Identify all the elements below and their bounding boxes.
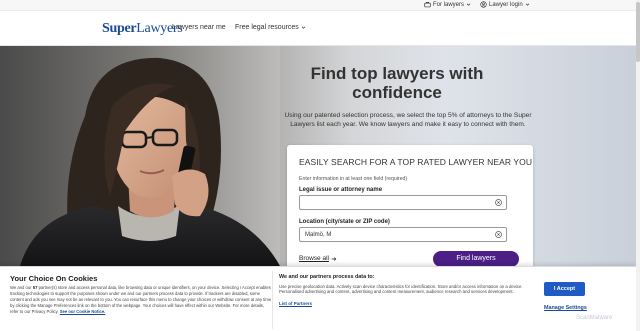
manage-settings-link[interactable]: Manage Settings	[544, 305, 587, 311]
chevron-down-icon	[301, 26, 306, 29]
find-lawyers-button[interactable]: Find lawyers	[433, 251, 519, 267]
cookie-title: Your Choice On Cookies	[10, 274, 98, 283]
user-circle-icon	[480, 1, 487, 8]
cookie-banner: Your Choice On Cookies We and our 57 par…	[0, 266, 636, 331]
lawyer-login-label: Lawyer login	[489, 1, 523, 8]
for-lawyers-menu[interactable]: For lawyers	[424, 1, 471, 8]
hero-title: Find top lawyers with confidence	[310, 64, 484, 102]
legal-issue-label: Legal issue or attorney name	[299, 187, 383, 193]
arrow-right-icon	[331, 256, 337, 261]
nav-free-legal-resources[interactable]: Free legal resources	[235, 24, 306, 31]
briefcase-icon	[424, 2, 431, 8]
browse-all-label: Browse all	[299, 255, 329, 262]
utility-bar: For lawyers Lawyer login	[0, 0, 636, 11]
search-required-note: Enter information in at least one field …	[299, 176, 408, 182]
cookie-body-rest: partner(s) store and access personal dat…	[10, 285, 272, 314]
page-scrollbar[interactable]	[636, 0, 640, 331]
cookie-divider	[272, 271, 273, 329]
browse-all-link[interactable]: Browse all	[299, 255, 337, 262]
cookie-body-start: We and our	[10, 285, 32, 290]
chevron-down-icon	[525, 3, 529, 6]
clear-icon[interactable]	[495, 199, 502, 206]
page: For lawyers Lawyer login SuperLawyers La…	[0, 0, 640, 331]
hero-subtitle: Using our patented selection process, we…	[284, 112, 532, 128]
cookie-partners-body: Use precise geolocation data. Actively s…	[279, 284, 523, 295]
chevron-down-icon	[466, 3, 471, 6]
legal-issue-input[interactable]	[299, 195, 507, 210]
search-heading: EASILY SEARCH FOR A TOP RATED LAWYER NEA…	[299, 157, 533, 167]
cookie-partners-title: We and our partners process data to:	[279, 274, 375, 280]
cookie-partner-count: 57	[32, 285, 38, 290]
lawyer-login-menu[interactable]: Lawyer login	[480, 1, 530, 8]
logo-word-super: Super	[102, 21, 137, 36]
scrollbar-thumb[interactable]	[636, 2, 640, 62]
list-of-partners-link[interactable]: List of Partners	[279, 301, 312, 306]
nav-lawyers-near-me[interactable]: Lawyers near me	[172, 24, 226, 31]
hero-photo	[0, 46, 280, 266]
scanmalware-watermark: ScanMalware	[576, 315, 613, 321]
super-lawyers-logo[interactable]: SuperLawyers	[102, 21, 183, 37]
location-input[interactable]: Malmö, M	[299, 227, 507, 242]
location-value: Malmö, M	[305, 232, 332, 238]
cookie-notice-link[interactable]: See our Cookie Notice.	[60, 309, 106, 314]
accept-cookies-button[interactable]: I Accept	[544, 282, 585, 296]
cookie-body: We and our 57 partner(s) store and acces…	[10, 285, 272, 315]
main-nav: SuperLawyers Lawyers near me Free legal …	[0, 11, 636, 46]
nav-free-legal-resources-label: Free legal resources	[235, 24, 299, 31]
clear-icon[interactable]	[495, 231, 502, 238]
for-lawyers-label: For lawyers	[433, 1, 465, 8]
location-label: Location (city/state or ZIP code)	[299, 219, 390, 225]
search-card: EASILY SEARCH FOR A TOP RATED LAWYER NEA…	[287, 145, 533, 275]
